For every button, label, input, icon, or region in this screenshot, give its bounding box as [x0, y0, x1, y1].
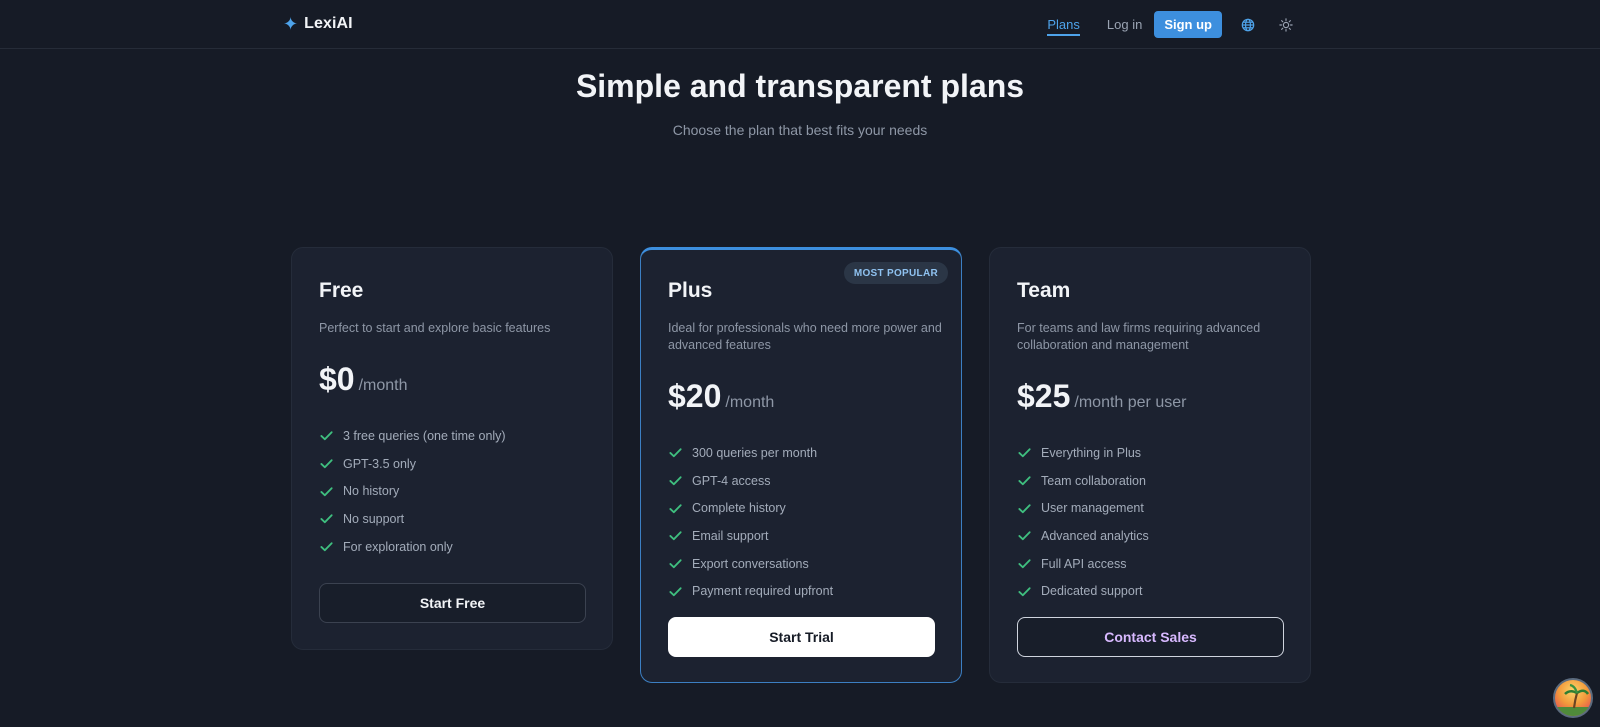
- top-navigation-bar: ✦ LexiAI Plans Log in Sign up: [0, 0, 1600, 49]
- feature-list: 3 free queries (one time only) GPT-3.5 o…: [319, 422, 506, 560]
- check-icon: [319, 539, 335, 555]
- check-icon: [668, 500, 684, 516]
- plan-price: $0: [319, 361, 355, 397]
- most-popular-badge: MOST POPULAR: [843, 262, 948, 284]
- feature-item: No support: [319, 505, 506, 533]
- check-icon: [1017, 583, 1033, 599]
- price-row: $25 /month per user: [1017, 378, 1186, 415]
- check-icon: [668, 556, 684, 572]
- globe-icon[interactable]: [1240, 17, 1256, 33]
- price-unit: /month: [725, 394, 775, 411]
- contact-sales-button[interactable]: Contact Sales: [1017, 617, 1284, 657]
- price-unit: /month: [358, 377, 408, 394]
- feature-item: Email support: [668, 522, 833, 550]
- page-subtitle: Choose the plan that best fits your need…: [672, 122, 928, 138]
- feature-item: Advanced analytics: [1017, 522, 1149, 550]
- start-free-button[interactable]: Start Free: [319, 583, 586, 623]
- plan-name: Free: [319, 279, 364, 302]
- check-icon: [668, 583, 684, 599]
- plan-description: For teams and law firms requiring advanc…: [1017, 321, 1261, 352]
- feature-item: Dedicated support: [1017, 577, 1149, 605]
- feature-item: No history: [319, 477, 506, 505]
- price-row: $0 /month: [319, 361, 408, 398]
- check-icon: [1017, 500, 1033, 516]
- plan-price: $25: [1017, 378, 1071, 414]
- plan-card-plus: MOST POPULAR Plus Ideal for professional…: [640, 247, 962, 683]
- check-icon: [1017, 445, 1033, 461]
- plan-card-free: Free Perfect to start and explore basic …: [291, 247, 613, 650]
- check-icon: [319, 456, 335, 472]
- plan-name: Team: [1017, 279, 1071, 302]
- brand-name: LexiAI: [304, 15, 353, 32]
- feature-list: Everything in Plus Team collaboration Us…: [1017, 439, 1149, 605]
- main-nav: Plans Log in Sign up: [1047, 11, 1294, 38]
- nav-link-login[interactable]: Log in: [1107, 17, 1142, 32]
- nav-link-plans[interactable]: Plans: [1047, 17, 1080, 36]
- feature-item: GPT-3.5 only: [319, 450, 506, 478]
- plan-description: Perfect to start and explore basic featu…: [319, 321, 551, 335]
- plan-card-team: Team For teams and law firms requiring a…: [989, 247, 1311, 683]
- start-trial-button[interactable]: Start Trial: [668, 617, 935, 657]
- check-icon: [319, 511, 335, 527]
- price-unit: /month per user: [1074, 394, 1187, 411]
- feature-item: 3 free queries (one time only): [319, 422, 506, 450]
- price-row: $20 /month: [668, 378, 774, 415]
- feature-item: Complete history: [668, 494, 833, 522]
- check-icon: [668, 528, 684, 544]
- check-icon: [668, 445, 684, 461]
- signup-button[interactable]: Sign up: [1154, 11, 1222, 38]
- check-icon: [668, 473, 684, 489]
- brand-logo[interactable]: ✦ LexiAI: [283, 14, 353, 34]
- check-icon: [1017, 556, 1033, 572]
- plan-name: Plus: [668, 279, 713, 302]
- feature-item: For exploration only: [319, 533, 506, 561]
- feature-item: GPT-4 access: [668, 467, 833, 495]
- assistant-avatar-button[interactable]: [1553, 678, 1593, 718]
- check-icon: [319, 483, 335, 499]
- check-icon: [1017, 473, 1033, 489]
- feature-item: Full API access: [1017, 550, 1149, 578]
- feature-item: 300 queries per month: [668, 439, 833, 467]
- feature-list: 300 queries per month GPT-4 access Compl…: [668, 439, 833, 605]
- feature-item: Team collaboration: [1017, 467, 1149, 495]
- feature-item: Everything in Plus: [1017, 439, 1149, 467]
- feature-item: Export conversations: [668, 550, 833, 578]
- plan-price: $20: [668, 378, 722, 414]
- page-title: Simple and transparent plans: [575, 68, 1025, 104]
- feature-item: User management: [1017, 494, 1149, 522]
- palm-tree-icon: [1555, 683, 1591, 716]
- feature-item: Payment required upfront: [668, 577, 833, 605]
- check-icon: [1017, 528, 1033, 544]
- check-icon: [319, 428, 335, 444]
- plan-description: Ideal for professionals who need more po…: [668, 321, 942, 352]
- sun-icon[interactable]: [1278, 17, 1294, 33]
- sparkle-icon: ✦: [283, 14, 299, 34]
